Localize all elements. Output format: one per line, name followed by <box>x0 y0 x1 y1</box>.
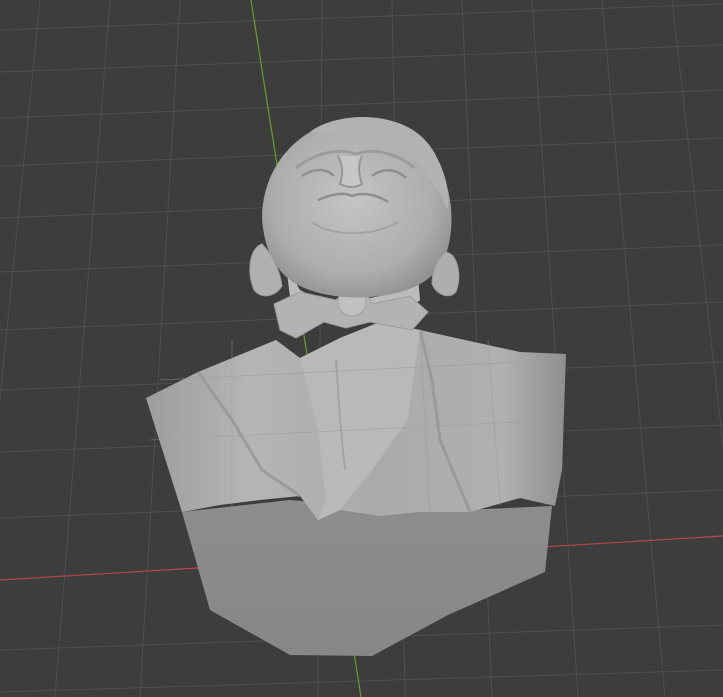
bust-nose <box>337 155 364 188</box>
3d-viewport[interactable] <box>0 0 723 697</box>
viewport-canvas[interactable] <box>0 0 723 697</box>
